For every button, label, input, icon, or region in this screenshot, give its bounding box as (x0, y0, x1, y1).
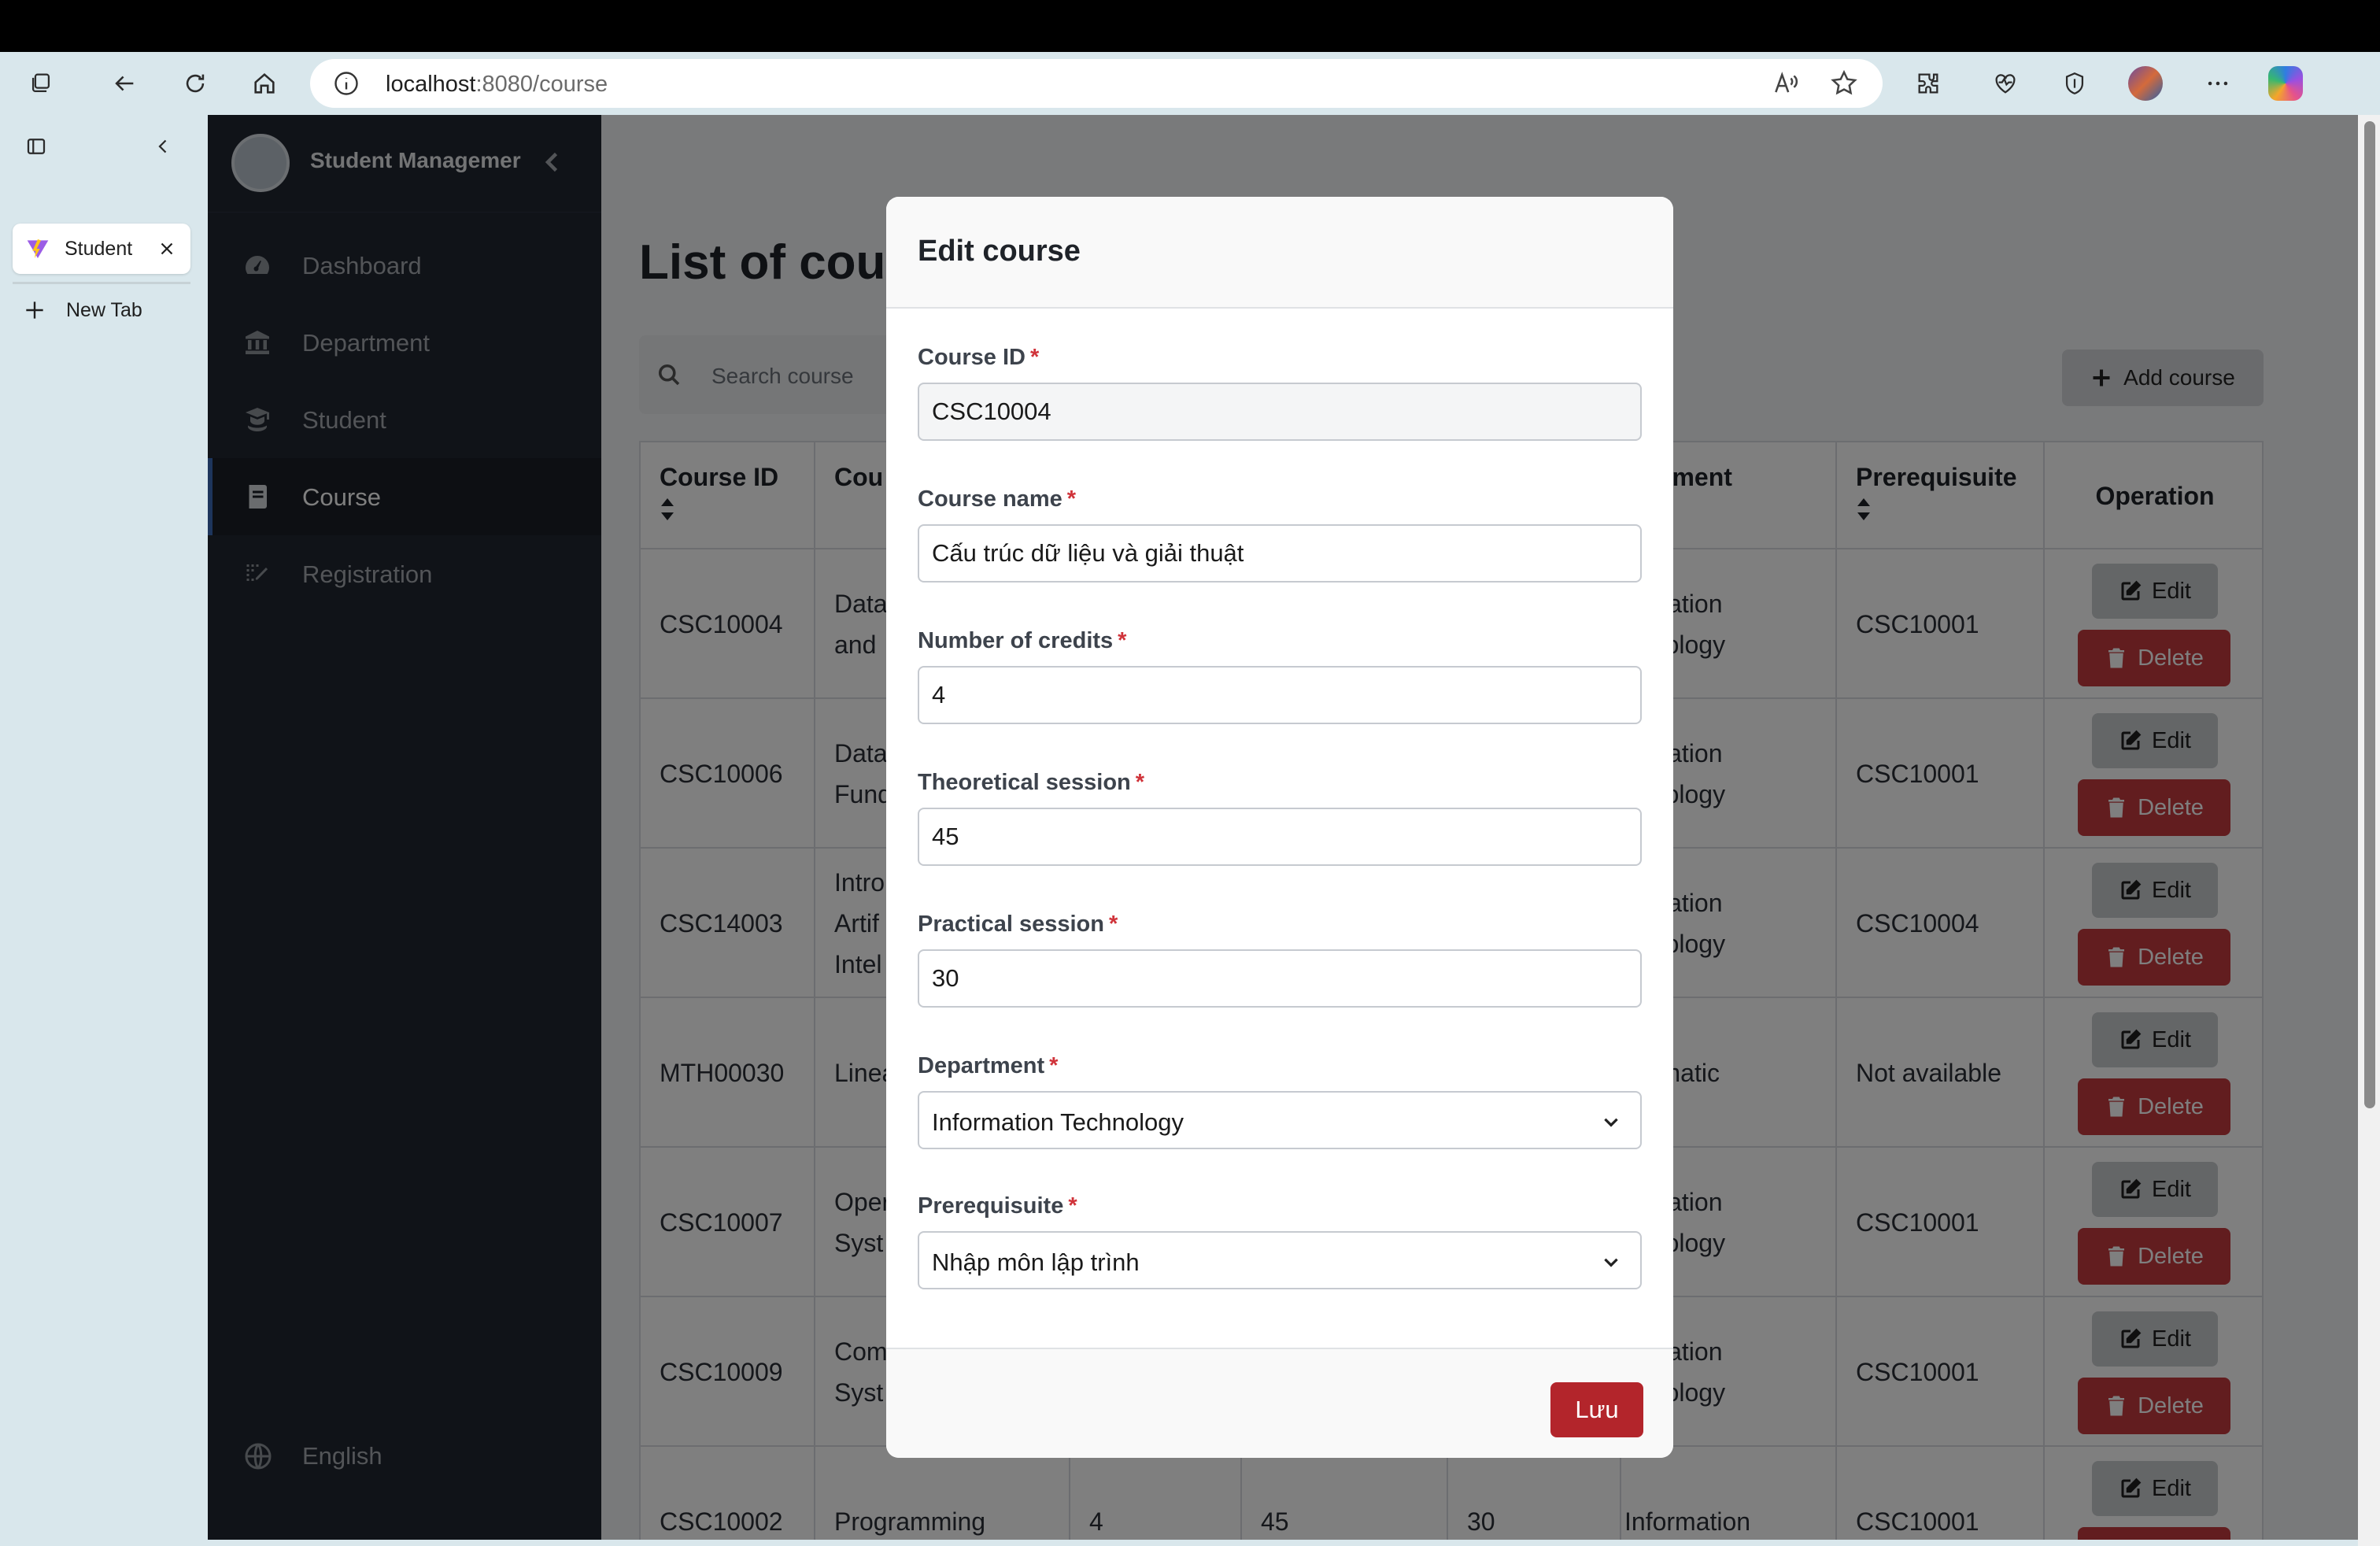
credits-field[interactable] (918, 666, 1642, 724)
workspaces-icon[interactable] (20, 63, 61, 104)
page-scrollbar[interactable] (2358, 115, 2380, 1546)
os-menubar (0, 0, 2380, 52)
chevron-down-icon (1604, 1118, 1618, 1127)
theory-label: Theoretical session * (918, 770, 1145, 795)
practical-label: Practical session * (918, 912, 1118, 937)
browser-toolbar: localhost:8080/course (0, 52, 2380, 115)
copilot-icon[interactable] (2265, 63, 2306, 104)
scrollbar-thumb[interactable] (2364, 121, 2375, 1108)
extensions-icon[interactable] (1908, 63, 1949, 104)
collapse-tabs-icon[interactable] (146, 129, 181, 164)
department-selected-value: Information Technology (932, 1108, 1184, 1136)
course-name-field[interactable] (918, 524, 1642, 583)
page-viewport: Student Managemer Dashboard Department S… (208, 115, 2358, 1540)
back-icon[interactable] (104, 63, 145, 104)
department-select[interactable]: Information Technology (918, 1091, 1642, 1149)
url-text: localhost:8080/course (386, 72, 608, 97)
plus-icon (26, 301, 43, 319)
favorite-star-icon[interactable] (1829, 68, 1859, 98)
prerequisite-select[interactable]: Nhập môn lập trình (918, 1231, 1642, 1289)
refresh-icon[interactable] (175, 63, 216, 104)
new-tab-button[interactable]: New Tab (22, 294, 142, 326)
more-icon[interactable] (2197, 63, 2238, 104)
department-label: Department * (918, 1053, 1059, 1078)
course-name-label: Course name * (918, 486, 1077, 512)
read-aloud-icon[interactable] (1771, 68, 1801, 98)
theory-session-field[interactable] (918, 808, 1642, 866)
performance-icon[interactable] (1985, 63, 2026, 104)
tab-title: Student (65, 238, 133, 260)
address-bar[interactable]: localhost:8080/course (310, 59, 1883, 108)
tab-actions-icon[interactable] (19, 129, 54, 164)
course-id-label: Course ID * (918, 345, 1040, 370)
browser-window: localhost:8080/course Student New Tab Ed… (0, 52, 2380, 1546)
edit-course-modal: Edit course Course ID* Course name* Numb… (886, 197, 1673, 1458)
shield-icon[interactable] (2054, 63, 2095, 104)
chevron-down-icon (1604, 1258, 1618, 1267)
tab-divider (13, 282, 190, 284)
home-icon[interactable] (244, 63, 285, 104)
modal-footer: Lưu (886, 1348, 1673, 1458)
vite-favicon-icon (27, 239, 49, 258)
modal-header: Edit course (886, 197, 1673, 309)
info-icon[interactable] (332, 69, 360, 98)
credits-label: Number of credits * (918, 628, 1127, 653)
course-id-field[interactable] (918, 383, 1642, 441)
new-tab-label: New Tab (66, 298, 142, 321)
tab-student[interactable]: Student (13, 224, 190, 274)
modal-title: Edit course (918, 235, 1081, 268)
vertical-tab-strip: Student New Tab (0, 115, 206, 1546)
practical-session-field[interactable] (918, 949, 1642, 1008)
save-button[interactable]: Lưu (1550, 1382, 1643, 1437)
profile-avatar[interactable] (2125, 63, 2166, 104)
close-tab-icon[interactable] (154, 236, 179, 261)
prerequisite-selected-value: Nhập môn lập trình (932, 1248, 1140, 1276)
prerequisite-label: Prerequisuite * (918, 1193, 1077, 1219)
